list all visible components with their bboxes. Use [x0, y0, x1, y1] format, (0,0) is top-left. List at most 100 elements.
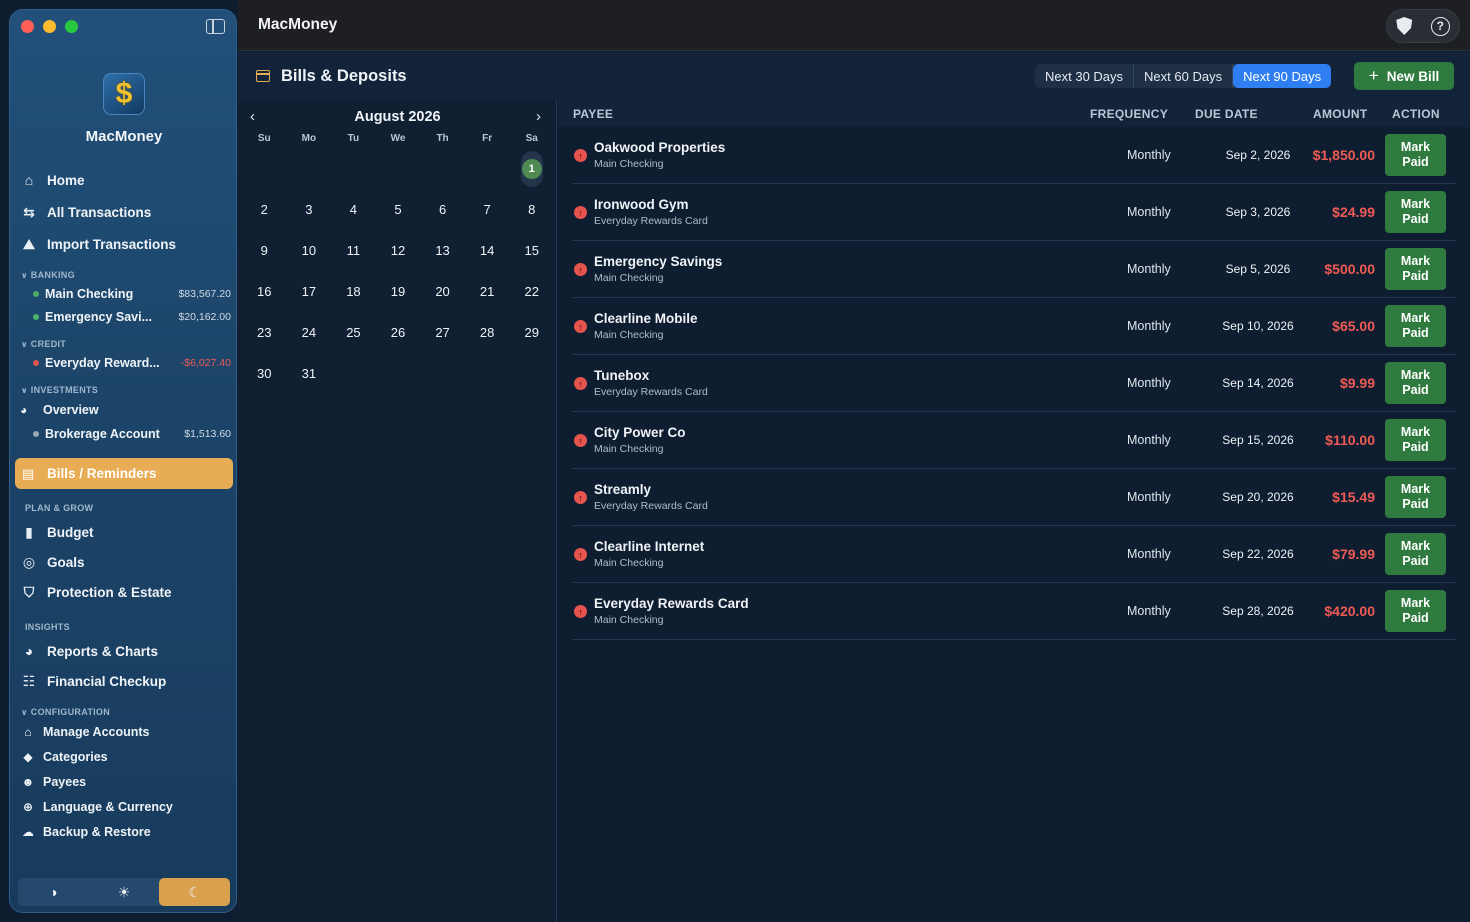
calendar-day[interactable]: 25 [331, 312, 376, 353]
calendar-day[interactable]: 19 [376, 271, 421, 312]
calendar-day[interactable]: 1 [509, 148, 554, 189]
chevron-right-icon[interactable]: › [536, 108, 541, 125]
calendar-day[interactable]: 2 [242, 189, 287, 230]
sidebar-item-manage-accounts[interactable]: ⌂ Manage Accounts [20, 722, 149, 742]
mark-paid-button[interactable]: Mark Paid [1385, 248, 1446, 290]
table-row[interactable]: ↑ Streamly Everyday Rewards Card Monthly… [572, 469, 1456, 526]
calendar-day[interactable]: 5 [376, 189, 421, 230]
calendar-day[interactable]: 12 [376, 230, 421, 271]
range-90-days[interactable]: Next 90 Days [1233, 64, 1332, 88]
account-brokerage[interactable]: Brokerage Account $1,513.60 [33, 424, 231, 444]
calendar-day[interactable]: 21 [465, 271, 510, 312]
zoom-button[interactable] [65, 20, 78, 33]
calendar-day[interactable]: 4 [331, 189, 376, 230]
payee-account: Everyday Rewards Card [594, 500, 708, 512]
sidebar-item-budget[interactable]: ▮ Budget [20, 520, 93, 544]
payee-account: Main Checking [594, 158, 664, 170]
account-main-checking[interactable]: Main Checking $83,567.20 [33, 284, 231, 304]
calendar-day[interactable]: 14 [465, 230, 510, 271]
new-bill-button[interactable]: + New Bill [1354, 62, 1454, 90]
calendar-day[interactable]: 10 [287, 230, 332, 271]
mark-paid-button[interactable]: Mark Paid [1385, 476, 1446, 518]
close-button[interactable] [21, 20, 34, 33]
section-credit[interactable]: ∨ CREDIT [21, 339, 66, 349]
calendar-day[interactable]: 7 [465, 189, 510, 230]
calendar-day[interactable]: 16 [242, 271, 287, 312]
mark-paid-button[interactable]: Mark Paid [1385, 590, 1446, 632]
mark-paid-button[interactable]: Mark Paid [1385, 362, 1446, 404]
calendar-day[interactable]: 28 [465, 312, 510, 353]
column-payee[interactable]: PAYEE [573, 107, 613, 121]
column-due-date[interactable]: DUE DATE [1195, 107, 1258, 121]
calendar-day[interactable]: 18 [331, 271, 376, 312]
table-row[interactable]: ↑ Everyday Rewards Card Main Checking Mo… [572, 583, 1456, 640]
table-row[interactable]: ↑ Tunebox Everyday Rewards Card Monthly … [572, 355, 1456, 412]
sidebar-item-payees[interactable]: ☻ Payees [20, 772, 86, 792]
calendar-day[interactable]: 26 [376, 312, 421, 353]
sidebar-item-language-currency[interactable]: ⊕ Language & Currency [20, 797, 173, 817]
table-row[interactable]: ↑ Emergency Savings Main Checking Monthl… [572, 241, 1456, 298]
section-investments[interactable]: ∨ INVESTMENTS [21, 385, 98, 395]
calendar-day[interactable]: 11 [331, 230, 376, 271]
calendar-day[interactable]: 23 [242, 312, 287, 353]
minimize-button[interactable] [43, 20, 56, 33]
range-60-days[interactable]: Next 60 Days [1134, 64, 1234, 88]
sidebar-item-categories[interactable]: ◆ Categories [20, 747, 107, 767]
table-row[interactable]: ↑ Ironwood Gym Everyday Rewards Card Mon… [572, 184, 1456, 241]
calendar-grid: 1 2 3 4 5 6 7 8 9 10 11 12 13 14 15 16 17 18 19 20 21 22 23 24 2… [242, 148, 554, 394]
column-frequency[interactable]: FREQUENCY [1090, 107, 1168, 121]
calendar-day[interactable]: 13 [420, 230, 465, 271]
help-icon[interactable]: ? [1430, 16, 1450, 36]
table-row[interactable]: ↑ Clearline Internet Main Checking Month… [572, 526, 1456, 583]
sidebar-item-backup-restore[interactable]: ☁ Backup & Restore [20, 822, 151, 842]
payee-name: Tunebox [594, 368, 650, 383]
arrow-up-circle-icon: ↑ [574, 149, 587, 162]
account-everyday-rewards[interactable]: Everyday Reward... -$6,027.40 [33, 353, 231, 373]
sidebar-item-home[interactable]: ⌂ Home [20, 168, 85, 192]
mark-paid-button[interactable]: Mark Paid [1385, 191, 1446, 233]
sidebar-toggle-icon[interactable] [206, 19, 225, 34]
sidebar-item-financial-checkup[interactable]: ☷ Financial Checkup [20, 669, 167, 693]
calendar-day[interactable]: 17 [287, 271, 332, 312]
sidebar-item-goals[interactable]: ◎ Goals [20, 550, 85, 574]
investments-overview[interactable]: ◕ Overview [20, 400, 218, 420]
table-row[interactable]: ↑ Oakwood Properties Main Checking Month… [572, 127, 1456, 184]
shield-icon[interactable] [1396, 17, 1413, 35]
calendar-day[interactable]: 27 [420, 312, 465, 353]
mark-paid-button[interactable]: Mark Paid [1385, 134, 1446, 176]
theme-dark-button[interactable]: ☾ [159, 878, 231, 906]
sidebar-item-reports-charts[interactable]: ◕ Reports & Charts [20, 639, 158, 663]
calendar-day[interactable]: 3 [287, 189, 332, 230]
calendar-day[interactable]: 24 [287, 312, 332, 353]
theme-light-button[interactable]: ☀ [89, 878, 160, 906]
section-configuration[interactable]: ∨ CONFIGURATION [21, 707, 110, 717]
payee-name: City Power Co [594, 425, 686, 440]
due-date: Sep 22, 2026 [1222, 547, 1294, 561]
calendar-day[interactable]: 22 [509, 271, 554, 312]
column-amount[interactable]: AMOUNT [1313, 107, 1367, 121]
sidebar-item-import-transactions[interactable]: ⛰ Import Transactions [20, 232, 176, 256]
calendar-panel: ‹ August 2026 › Su Mo Tu We Th Fr Sa 123456789… [238, 100, 557, 922]
mark-paid-button[interactable]: Mark Paid [1385, 533, 1446, 575]
sidebar-item-all-transactions[interactable]: ⇆ All Transactions [20, 200, 151, 224]
calendar-day[interactable]: 29 [509, 312, 554, 353]
table-row[interactable]: ↑ City Power Co Main Checking Monthly Se… [572, 412, 1456, 469]
payee-account: Main Checking [594, 614, 664, 626]
calendar-day[interactable]: 8 [509, 189, 554, 230]
sidebar-item-protection-estate[interactable]: ⛉ Protection & Estate [20, 580, 172, 604]
calendar-day[interactable]: 31 [287, 353, 332, 394]
range-30-days[interactable]: Next 30 Days [1035, 64, 1135, 88]
account-emergency-savings[interactable]: Emergency Savi... $20,162.00 [33, 307, 231, 327]
calendar-day[interactable]: 6 [420, 189, 465, 230]
mark-paid-button[interactable]: Mark Paid [1385, 419, 1446, 461]
theme-auto-button[interactable]: ◑ [18, 878, 89, 906]
calendar-day[interactable]: 30 [242, 353, 287, 394]
weekday-label: Mo [301, 133, 317, 144]
calendar-day[interactable]: 20 [420, 271, 465, 312]
sidebar-item-bills-reminders[interactable]: ▤ Bills / Reminders [15, 458, 233, 489]
mark-paid-button[interactable]: Mark Paid [1385, 305, 1446, 347]
calendar-day[interactable]: 15 [509, 230, 554, 271]
calendar-day[interactable]: 9 [242, 230, 287, 271]
table-row[interactable]: ↑ Clearline Mobile Main Checking Monthly… [572, 298, 1456, 355]
section-banking[interactable]: ∨ BANKING [21, 270, 75, 280]
